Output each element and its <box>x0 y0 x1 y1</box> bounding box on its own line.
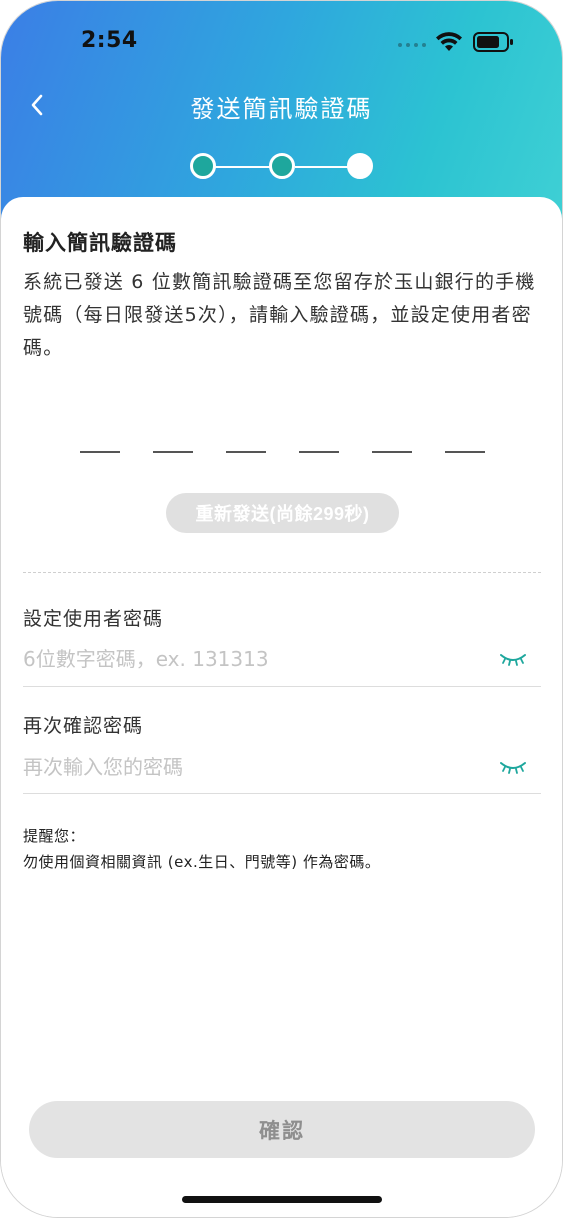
password-underline <box>23 686 541 687</box>
step-connector <box>215 166 271 168</box>
eye-closed-icon[interactable] <box>499 651 527 667</box>
password-reminder: 提醒您： 勿使用個資相關資訊 (ex.生日、門號等) 作為密碼。 <box>23 823 380 875</box>
confirm-password-input[interactable] <box>23 751 493 783</box>
wifi-icon <box>436 32 462 51</box>
phone-screen: 2:54 發送簡訊驗證碼 輸入簡訊驗證碼 系統已發送 6 位數簡訊驗證碼至您留存… <box>0 0 563 1218</box>
verification-description: 系統已發送 6 位數簡訊驗證碼至您留存於玉山銀行的手機號碼（每日限發送5次），請… <box>23 271 536 359</box>
confirm-button[interactable]: 確認 <box>29 1101 535 1158</box>
password-input[interactable] <box>23 643 493 675</box>
otp-digit-slot[interactable] <box>445 451 485 453</box>
section-title: 輸入簡訊驗證碼 <box>23 231 177 255</box>
password-label: 設定使用者密碼 <box>23 608 164 630</box>
otp-digit-slot[interactable] <box>80 451 120 453</box>
reminder-text: 勿使用個資相關資訊 (ex.生日、門號等) 作為密碼。 <box>23 853 381 871</box>
step-connector <box>295 166 351 168</box>
otp-input[interactable] <box>80 451 486 455</box>
battery-icon <box>473 32 513 52</box>
status-time: 2:54 <box>81 28 138 53</box>
resend-code-button[interactable]: 重新發送(尚餘299秒) <box>166 493 399 533</box>
confirm-password-label: 再次確認密碼 <box>23 715 144 737</box>
otp-digit-slot[interactable] <box>226 451 266 453</box>
progress-stepper <box>189 153 375 181</box>
eye-closed-icon[interactable] <box>499 759 527 775</box>
reminder-title: 提醒您： <box>23 827 86 845</box>
otp-digit-slot[interactable] <box>299 451 339 453</box>
section-divider <box>23 572 541 573</box>
otp-digit-slot[interactable] <box>153 451 193 453</box>
page-title: 發送簡訊驗證碼 <box>190 95 373 123</box>
cellular-signal-icon <box>398 43 426 47</box>
step-3-indicator <box>347 153 373 179</box>
confirm-password-underline <box>23 793 541 794</box>
status-bar: 2:54 <box>1 1 562 85</box>
otp-digit-slot[interactable] <box>372 451 412 453</box>
step-2-indicator <box>269 153 295 179</box>
step-1-indicator <box>190 153 216 179</box>
home-indicator[interactable] <box>182 1196 382 1203</box>
